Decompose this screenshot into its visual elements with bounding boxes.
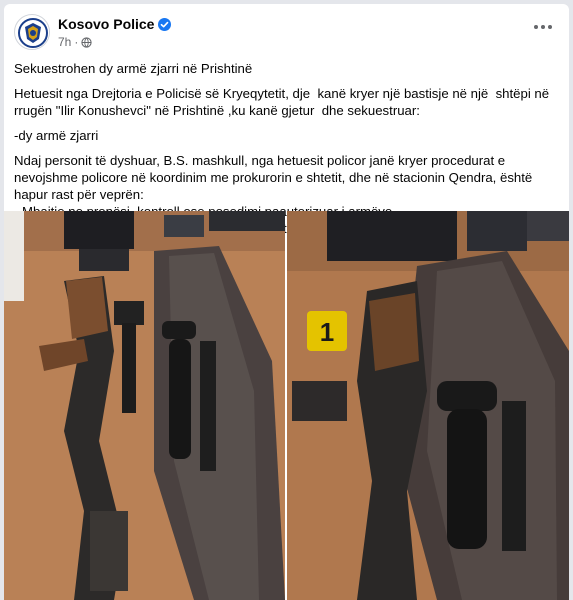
post-paragraph-1: Hetuesit nga Drejtoria e Policisë së Kry… [14, 86, 553, 118]
page-avatar[interactable] [14, 14, 50, 50]
post-title: Sekuestrohen dy armë zjarri në Prishtinë [14, 61, 253, 76]
more-options-icon[interactable] [531, 20, 555, 34]
post-text: Sekuestrohen dy armë zjarri në Prishtinë… [4, 50, 569, 237]
evidence-marker-number: 1 [320, 317, 334, 347]
seized-weapons-photo-2: 1 [287, 211, 569, 600]
police-emblem-icon [16, 16, 49, 49]
verified-badge-icon [158, 17, 172, 31]
post-time[interactable]: 7h [58, 35, 71, 49]
post-paragraph-2: -dy armë zjarri [14, 128, 99, 143]
photo-left[interactable] [4, 211, 285, 600]
post-header: Kosovo Police 7h · [4, 4, 569, 50]
photo-right[interactable]: 1 [287, 211, 569, 600]
post-photos: 1 [4, 211, 569, 600]
meta-separator: · [74, 35, 79, 49]
page-name[interactable]: Kosovo Police [58, 16, 154, 32]
globe-icon [81, 36, 92, 48]
post-paragraph-3: Ndaj personit të dyshuar, B.S. mashkull,… [14, 153, 536, 202]
post-meta: 7h · [58, 35, 92, 49]
seized-weapons-photo-1 [4, 211, 285, 600]
facebook-post: Kosovo Police 7h · Sekuestrohen dy armë … [4, 4, 569, 600]
page-name-row: Kosovo Police [58, 16, 172, 32]
